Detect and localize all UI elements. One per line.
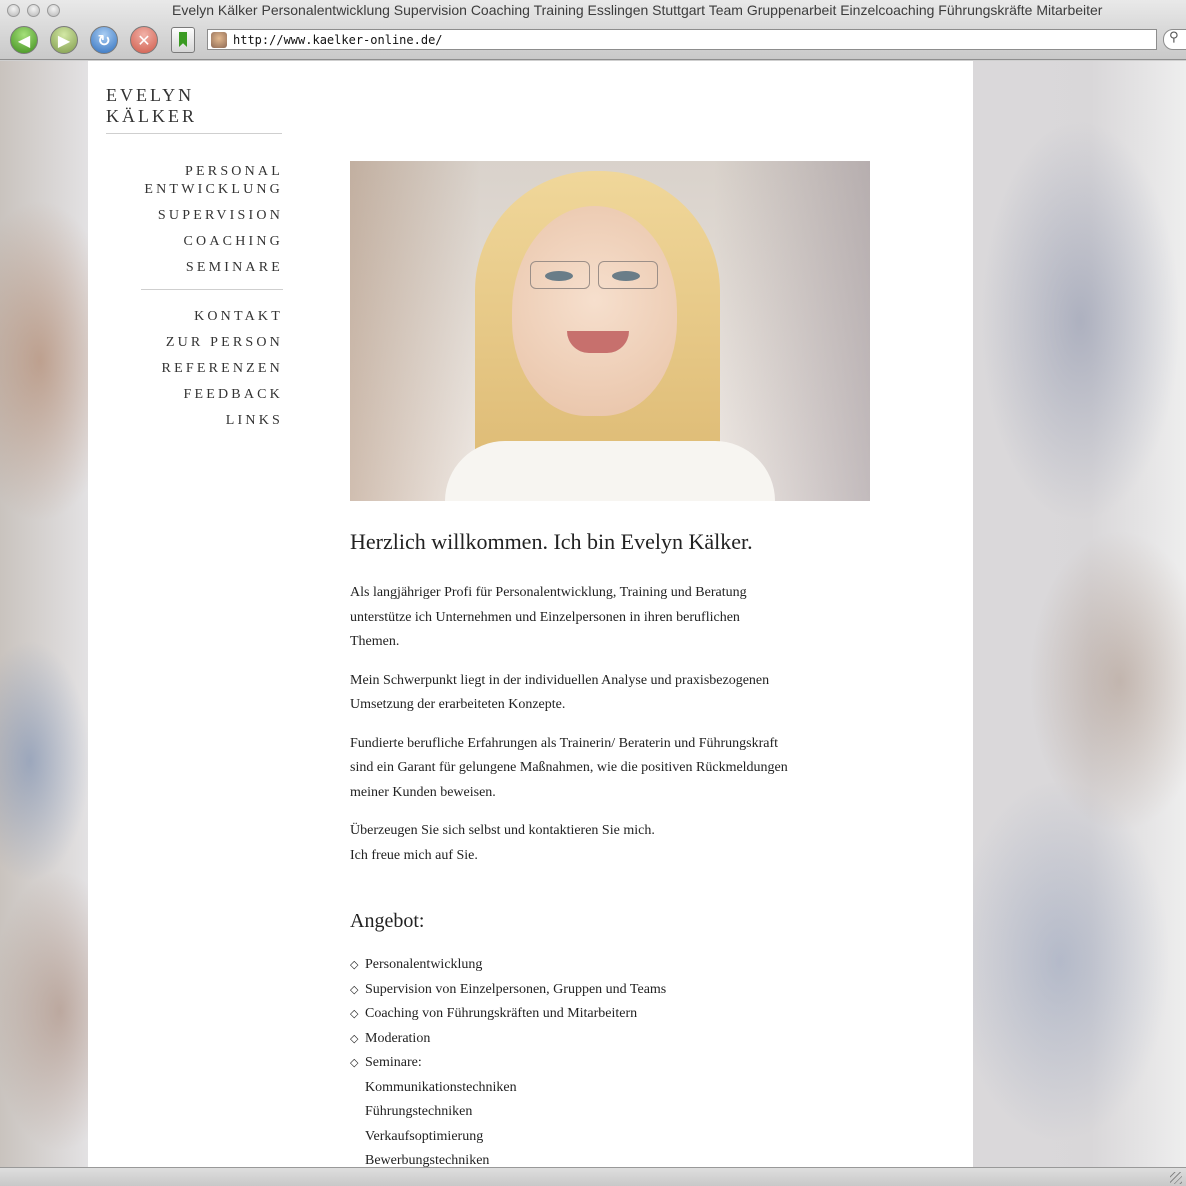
- bookmark-icon: [179, 32, 187, 47]
- diamond-bullet-icon: ◇: [350, 1007, 359, 1020]
- focus-paragraph: Mein Schwerpunkt liegt in der individuel…: [350, 672, 770, 713]
- back-button[interactable]: ◀: [10, 26, 38, 54]
- list-item: Verkaufsoptimierung: [365, 1128, 484, 1144]
- diamond-bullet-icon: ◇: [350, 1056, 359, 1069]
- page-content-column: EVELYN KÄLKER PERSONAL ENTWICKLUNG SUPER…: [88, 61, 973, 1167]
- site-brand[interactable]: EVELYN KÄLKER: [106, 85, 282, 134]
- site-favicon-icon: [211, 31, 227, 48]
- nav-link-referenzen[interactable]: REFERENZEN: [128, 360, 283, 378]
- closing-line-1: Überzeugen Sie sich selbst und kontaktie…: [350, 823, 655, 838]
- nav-link-links[interactable]: LINKS: [128, 412, 283, 430]
- closing-paragraph: Überzeugen Sie sich selbst und kontaktie…: [350, 819, 790, 868]
- offer-list: ◇ Personalentwicklung ◇ Supervision von Ei…: [350, 953, 790, 1076]
- welcome-heading: Herzlich willkommen. Ich bin Evelyn Kälk…: [350, 529, 753, 554]
- stop-button[interactable]: ✕: [130, 26, 158, 54]
- add-bookmark-button[interactable]: [171, 27, 195, 53]
- diamond-bullet-icon: ◇: [350, 1031, 359, 1045]
- reload-button[interactable]: ↻: [90, 26, 118, 54]
- list-item: ◇ Supervision von Einzelpersonen, Gruppen…: [350, 978, 790, 1003]
- browser-toolbar: Evelyn Kälker Personalentwicklung Superv…: [0, 0, 1186, 60]
- seminar-list: Kommunikationstechniken Führungstechnike…: [350, 1076, 790, 1168]
- page-viewport[interactable]: EVELYN KÄLKER PERSONAL ENTWICKLUNG SUPER…: [0, 61, 1186, 1167]
- offer-heading: Angebot:: [350, 910, 425, 932]
- diamond-bullet-icon: ◇: [350, 958, 359, 971]
- zoom-window-button[interactable]: [47, 4, 60, 17]
- main-content: Herzlich willkommen. Ich bin Evelyn Kälk…: [350, 529, 790, 1167]
- nav-link-seminare[interactable]: SEMINARE: [128, 259, 283, 277]
- window-title: Evelyn Kälker Personalentwicklung Superv…: [172, 2, 1103, 18]
- minimize-window-button[interactable]: [27, 4, 40, 17]
- nav-link-feedback[interactable]: FEEDBACK: [128, 386, 283, 404]
- portrait-photo: [350, 161, 870, 501]
- list-item: Führungstechniken: [365, 1104, 473, 1119]
- intro-paragraph: Als langjähriger Profi für Personalentwi…: [350, 585, 747, 649]
- list-item: ◇ Seminare:: [350, 1051, 790, 1076]
- nav-link-supervision[interactable]: SUPERVISION: [128, 207, 283, 225]
- nav-link-personalentwicklung[interactable]: PERSONAL ENTWICKLUNG: [128, 163, 283, 199]
- nav-link-kontakt[interactable]: KONTAKT: [128, 308, 283, 326]
- address-url[interactable]: http://www.kaelker-online.de/: [233, 33, 443, 47]
- forward-button[interactable]: ▶: [50, 26, 78, 54]
- back-arrow-icon: ◀: [17, 30, 31, 50]
- list-item: ◇ Coaching von Führungskräften und Mitarb…: [350, 1002, 790, 1027]
- experience-paragraph: Fundierte berufliche Erfahrungen als Tra…: [350, 735, 788, 800]
- forward-arrow-icon: ▶: [57, 30, 71, 50]
- status-bar: [0, 1167, 1186, 1186]
- search-field[interactable]: ⚲: [1163, 29, 1186, 50]
- close-window-button[interactable]: [7, 4, 20, 17]
- diamond-bullet-icon: ◇: [350, 982, 359, 996]
- list-item: Bewerbungstechniken: [365, 1153, 490, 1167]
- nav-divider: [141, 289, 283, 290]
- list-item: ◇ Moderation: [350, 1027, 790, 1052]
- list-item: ◇ Personalentwicklung: [350, 953, 790, 978]
- closing-line-2: Ich freue mich auf Sie.: [350, 847, 478, 863]
- reload-icon: ↻: [97, 30, 111, 50]
- site-navigation: PERSONAL ENTWICKLUNG SUPERVISION COACHIN…: [128, 163, 283, 438]
- stop-icon: ✕: [137, 30, 151, 50]
- address-bar[interactable]: http://www.kaelker-online.de/: [207, 29, 1157, 50]
- list-item: Kommunikationstechniken: [365, 1079, 517, 1095]
- nav-link-zur-person[interactable]: ZUR PERSON: [128, 334, 283, 352]
- window-controls: [7, 4, 60, 17]
- resize-grip-icon[interactable]: [1170, 1172, 1182, 1184]
- magnifier-icon: ⚲: [1169, 30, 1179, 45]
- nav-link-coaching[interactable]: COACHING: [128, 233, 283, 251]
